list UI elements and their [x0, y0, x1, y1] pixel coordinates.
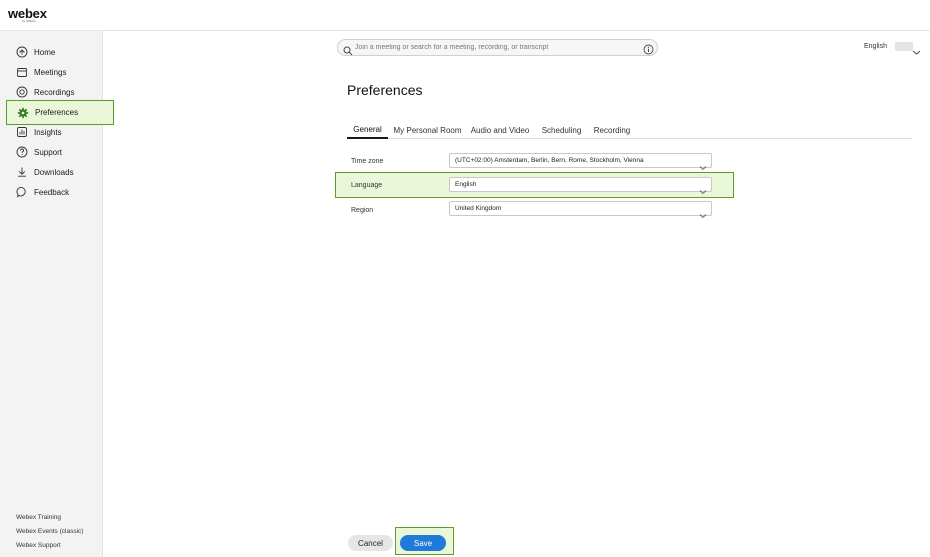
feedback-icon	[16, 186, 28, 198]
search-icon	[343, 43, 353, 56]
footer-link-webex-training[interactable]: Webex Training	[16, 514, 61, 521]
info-icon[interactable]	[643, 42, 654, 55]
tab-scheduling[interactable]: Scheduling	[539, 121, 584, 139]
tab-my-personal-room[interactable]: My Personal Room	[392, 121, 463, 139]
calendar-icon	[16, 66, 28, 78]
sidebar-item-label: Home	[34, 47, 56, 57]
footer-link-webex-events[interactable]: Webex Events (classic)	[16, 528, 83, 535]
sidebar-item-label: Feedback	[34, 187, 70, 197]
region-label: Region	[351, 207, 374, 214]
sidebar-item-label: Meetings	[34, 67, 67, 77]
tab-general[interactable]: General	[347, 121, 388, 139]
cancel-button[interactable]: Cancel	[348, 535, 393, 551]
chart-icon	[16, 126, 28, 138]
language-select[interactable]: English	[449, 177, 712, 195]
home-icon	[16, 46, 28, 58]
sidebar-item-label: Support	[34, 147, 63, 157]
search-bar[interactable]	[337, 39, 658, 56]
record-icon	[16, 86, 28, 98]
chevron-down-icon	[699, 182, 707, 195]
footer-link-webex-support[interactable]: Webex Support	[16, 542, 61, 549]
save-button[interactable]: Save	[400, 535, 446, 551]
language-value: English	[455, 181, 477, 188]
language-label: Language	[351, 182, 383, 189]
page-title: Preferences	[347, 82, 423, 98]
gear-icon	[17, 107, 29, 119]
language-selector[interactable]: English	[864, 43, 887, 50]
sidebar-item-label: Downloads	[34, 167, 74, 177]
chevron-down-icon	[699, 158, 707, 171]
timezone-select[interactable]: (UTC+02:00) Amsterdam, Berlin, Bern, Rom…	[449, 153, 712, 171]
chevron-down-icon	[699, 206, 707, 219]
tab-audio-and-video[interactable]: Audio and Video	[469, 121, 531, 139]
sidebar-item-feedback[interactable]: Feedback	[6, 180, 114, 204]
sidebar-item-label: Insights	[34, 127, 62, 137]
timezone-label: Time zone	[351, 158, 384, 165]
region-value: United Kingdom	[455, 205, 502, 212]
tab-recording[interactable]: Recording	[591, 121, 633, 139]
webex-logo[interactable]: webex by CISCO	[8, 7, 48, 23]
avatar[interactable]	[895, 42, 913, 51]
logo-subtext: by CISCO	[22, 19, 36, 23]
download-icon	[16, 166, 28, 178]
search-input[interactable]	[355, 40, 640, 55]
preferences-tabs: General My Personal Room Audio and Video…	[347, 121, 912, 139]
sidebar-item-label: Recordings	[34, 87, 75, 97]
help-icon	[16, 146, 28, 158]
chevron-down-icon[interactable]	[912, 43, 921, 55]
sidebar-item-label: Preferences	[35, 108, 79, 117]
region-select[interactable]: United Kingdom	[449, 201, 712, 219]
top-bar: webex by CISCO	[0, 0, 930, 31]
timezone-value: (UTC+02:00) Amsterdam, Berlin, Bern, Rom…	[455, 157, 644, 164]
